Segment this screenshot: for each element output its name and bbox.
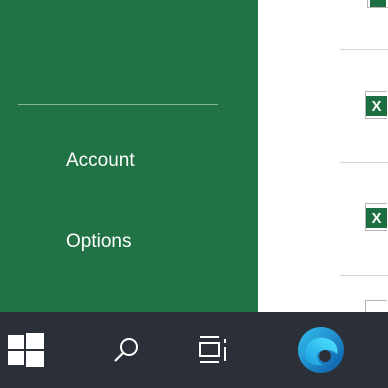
task-view-button[interactable] xyxy=(186,312,246,388)
account-label: Account xyxy=(66,150,135,171)
options-menu-item[interactable]: Options xyxy=(0,220,258,264)
task-view-icon xyxy=(199,336,226,363)
excel-file-icon xyxy=(367,0,388,8)
list-divider xyxy=(340,275,388,276)
edge-button[interactable] xyxy=(286,312,356,388)
windows-start-icon xyxy=(8,333,44,367)
start-button[interactable] xyxy=(0,312,52,388)
account-menu-item[interactable]: Account xyxy=(0,139,258,183)
list-divider xyxy=(340,49,388,50)
options-label: Options xyxy=(66,231,132,252)
edge-browser-icon xyxy=(298,327,344,373)
list-divider xyxy=(340,162,388,163)
recent-files-panel: X X xyxy=(258,0,388,314)
taskbar xyxy=(0,312,388,388)
excel-file-icon[interactable]: X xyxy=(365,91,387,119)
backstage-sidebar: Account Options xyxy=(0,0,258,312)
search-icon xyxy=(114,338,138,362)
search-button[interactable] xyxy=(96,312,156,388)
excel-file-icon[interactable]: X xyxy=(365,203,387,231)
sidebar-divider xyxy=(18,104,218,105)
